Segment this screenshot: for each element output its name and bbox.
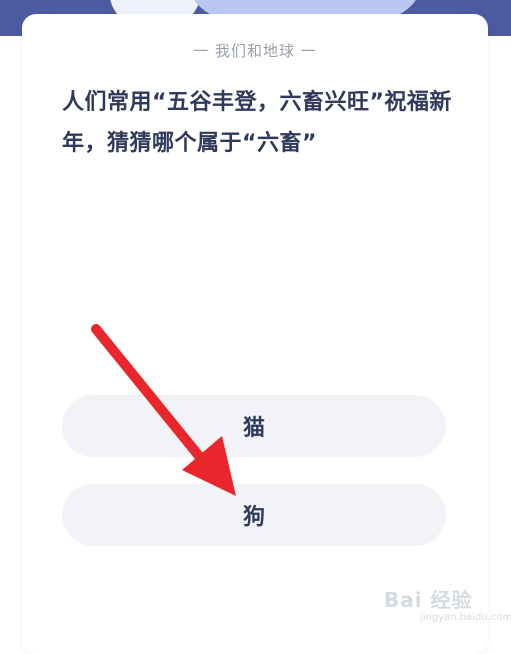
question-card: 一 我们和地球 一 人们常用“五谷丰登，六畜兴旺”祝福新年，猜猜哪个属于“六畜”… [22,14,488,654]
option-cat-button[interactable]: 猫 [62,395,446,457]
option-dog-button[interactable]: 狗 [62,484,446,546]
question-text: 人们常用“五谷丰登，六畜兴旺”祝福新年，猜猜哪个属于“六畜” [62,90,452,156]
watermark-logo: Bai 经验 [384,588,473,612]
watermark-url: jingyan.baidu.com [420,612,511,623]
section-title: 一 我们和地球 一 [193,42,317,60]
